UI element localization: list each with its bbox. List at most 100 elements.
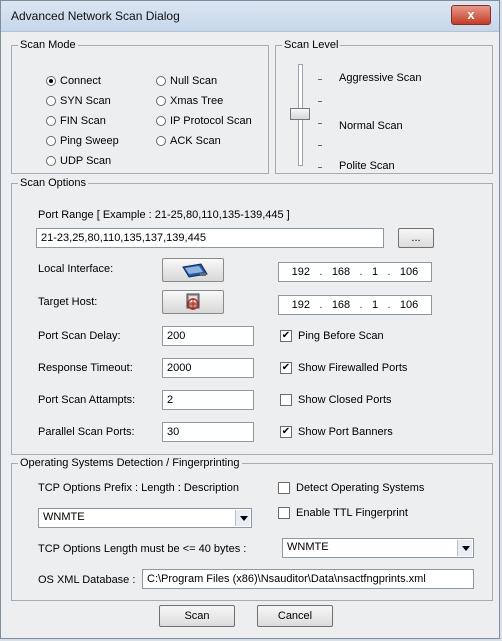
local-ip-octet: 1 (371, 266, 379, 278)
show-closed-ports-box (280, 394, 292, 406)
scan-options-group: Scan Options Port Range [ Example : 21-2… (11, 176, 493, 455)
advanced-network-scan-dialog: Advanced Network Scan Dialog x Scan Mode… (0, 0, 500, 639)
tcp-options-prefix-select[interactable]: WNMTE (38, 508, 252, 528)
radio-ip-protocol-indicator (156, 116, 166, 126)
window-title: Advanced Network Scan Dialog (11, 9, 180, 23)
os-detection-legend: Operating Systems Detection / Fingerprin… (18, 456, 242, 470)
radio-udp-scan[interactable]: UDP Scan (46, 155, 111, 167)
radio-udp-label: UDP Scan (60, 155, 112, 167)
radio-ping-indicator (46, 136, 56, 146)
scan-level-aggressive-label: Aggressive Scan (339, 72, 422, 84)
radio-ip-protocol-label: IP Protocol Scan (170, 115, 252, 127)
chevron-down-icon[interactable] (457, 540, 472, 556)
radio-syn-label: SYN Scan (60, 95, 111, 107)
radio-xmas-tree[interactable]: Xmas Tree (156, 95, 223, 107)
radio-ping-sweep[interactable]: Ping Sweep (46, 135, 119, 147)
local-ip-field[interactable]: 192. 168. 1. 106 (278, 262, 432, 282)
show-port-banners-checkbox[interactable]: ✔ Show Port Banners (280, 426, 393, 438)
port-range-browse-button[interactable]: ... (398, 228, 434, 248)
local-ip-octet: 106 (399, 266, 419, 278)
radio-null-label: Null Scan (170, 75, 218, 87)
port-range-label: Port Range [ Example : 21-25,80,110,135-… (38, 209, 290, 221)
radio-xmas-label: Xmas Tree (170, 95, 224, 107)
detect-os-box (278, 482, 290, 494)
cancel-button[interactable]: Cancel (257, 605, 333, 627)
scan-mode-group: Scan Mode Connect SYN Scan FIN Scan Ping… (11, 38, 269, 174)
port-scan-attempts-input[interactable]: 2 (162, 390, 254, 410)
target-ip-octet: 1 (371, 299, 379, 311)
target-host-label: Target Host: (38, 296, 98, 308)
radio-ack-scan[interactable]: ACK Scan (156, 135, 221, 147)
port-range-input[interactable]: 21-23,25,80,110,135,137,139,445 (36, 228, 384, 248)
show-closed-ports-label: Show Closed Ports (298, 394, 392, 406)
radio-syn-scan[interactable]: SYN Scan (46, 95, 111, 107)
target-ip-field[interactable]: 192. 168. 1. 106 (278, 295, 432, 315)
target-ip-octet: 192 (291, 299, 311, 311)
port-scan-delay-input[interactable]: 200 (162, 326, 254, 346)
ttl-fingerprint-checkbox[interactable]: Enable TTL Fingerprint (278, 507, 408, 519)
scan-level-tick (318, 123, 322, 124)
local-ip-octet: 192 (291, 266, 311, 278)
detect-os-checkbox[interactable]: Detect Operating Systems (278, 482, 424, 494)
chevron-down-icon[interactable] (235, 510, 250, 526)
show-port-banners-label: Show Port Banners (298, 426, 393, 438)
tcp-options-length-value: WNMTE (287, 541, 329, 553)
tcp-options-prefix-label: TCP Options Prefix : Length : Descriptio… (38, 482, 239, 494)
local-interface-button[interactable] (162, 258, 224, 282)
scan-level-thumb[interactable] (290, 108, 310, 120)
radio-ip-protocol-scan[interactable]: IP Protocol Scan (156, 115, 252, 127)
scan-level-tick (318, 145, 322, 146)
target-host-button[interactable] (162, 290, 224, 314)
ping-before-scan-checkbox[interactable]: ✔ Ping Before Scan (280, 330, 384, 342)
target-host-icon (186, 293, 200, 310)
radio-ack-label: ACK Scan (170, 135, 221, 147)
ttl-fingerprint-box (278, 507, 290, 519)
scan-level-tick (318, 167, 322, 168)
response-timeout-label: Response Timeout: (38, 362, 133, 374)
radio-connect[interactable]: Connect (46, 75, 101, 87)
ping-before-scan-box: ✔ (280, 330, 292, 342)
radio-ping-label: Ping Sweep (60, 135, 119, 147)
scan-level-normal-label: Normal Scan (339, 120, 403, 132)
target-ip-octet: 168 (331, 299, 351, 311)
network-card-icon (182, 263, 208, 278)
radio-connect-label: Connect (60, 75, 101, 87)
scan-level-tick (318, 79, 322, 80)
scan-level-legend: Scan Level (282, 38, 341, 52)
parallel-scan-ports-input[interactable]: 30 (162, 422, 254, 442)
show-firewalled-ports-checkbox[interactable]: ✔ Show Firewalled Ports (280, 362, 407, 374)
show-firewalled-ports-label: Show Firewalled Ports (298, 362, 408, 374)
scan-mode-legend: Scan Mode (18, 38, 78, 52)
os-xml-database-input[interactable]: C:\Program Files (x86)\Nsauditor\Data\ns… (142, 569, 474, 589)
ttl-fingerprint-label: Enable TTL Fingerprint (296, 507, 408, 519)
scan-button[interactable]: Scan (159, 605, 235, 627)
response-timeout-input[interactable]: 2000 (162, 358, 254, 378)
port-scan-delay-label: Port Scan Delay: (38, 330, 121, 342)
os-detection-group: Operating Systems Detection / Fingerprin… (11, 456, 493, 601)
show-closed-ports-checkbox[interactable]: Show Closed Ports (280, 394, 392, 406)
radio-ack-indicator (156, 136, 166, 146)
radio-fin-scan[interactable]: FIN Scan (46, 115, 106, 127)
tcp-options-length-label: TCP Options Length must be <= 40 bytes : (38, 543, 247, 555)
scan-level-slider[interactable] (290, 64, 310, 166)
target-ip-octet: 106 (399, 299, 419, 311)
detect-os-label: Detect Operating Systems (296, 482, 425, 494)
radio-fin-label: FIN Scan (60, 115, 106, 127)
radio-udp-indicator (46, 156, 56, 166)
local-ip-octet: 168 (331, 266, 351, 278)
radio-connect-indicator (46, 76, 56, 86)
title-bar: Advanced Network Scan Dialog x (1, 1, 499, 32)
scan-level-tick (318, 101, 322, 102)
tcp-options-length-select[interactable]: WNMTE (282, 538, 474, 558)
radio-null-scan[interactable]: Null Scan (156, 75, 217, 87)
scan-level-group: Scan Level Aggressive Scan Normal Scan P… (275, 38, 493, 174)
show-firewalled-ports-box: ✔ (280, 362, 292, 374)
parallel-scan-ports-label: Parallel Scan Ports: (38, 426, 135, 438)
radio-xmas-indicator (156, 96, 166, 106)
dialog-content: Scan Mode Connect SYN Scan FIN Scan Ping… (9, 33, 493, 631)
show-port-banners-box: ✔ (280, 426, 292, 438)
close-button[interactable]: x (451, 5, 491, 25)
os-xml-database-label: OS XML Database : (38, 574, 136, 586)
local-interface-label: Local Interface: (38, 263, 114, 275)
radio-fin-indicator (46, 116, 56, 126)
